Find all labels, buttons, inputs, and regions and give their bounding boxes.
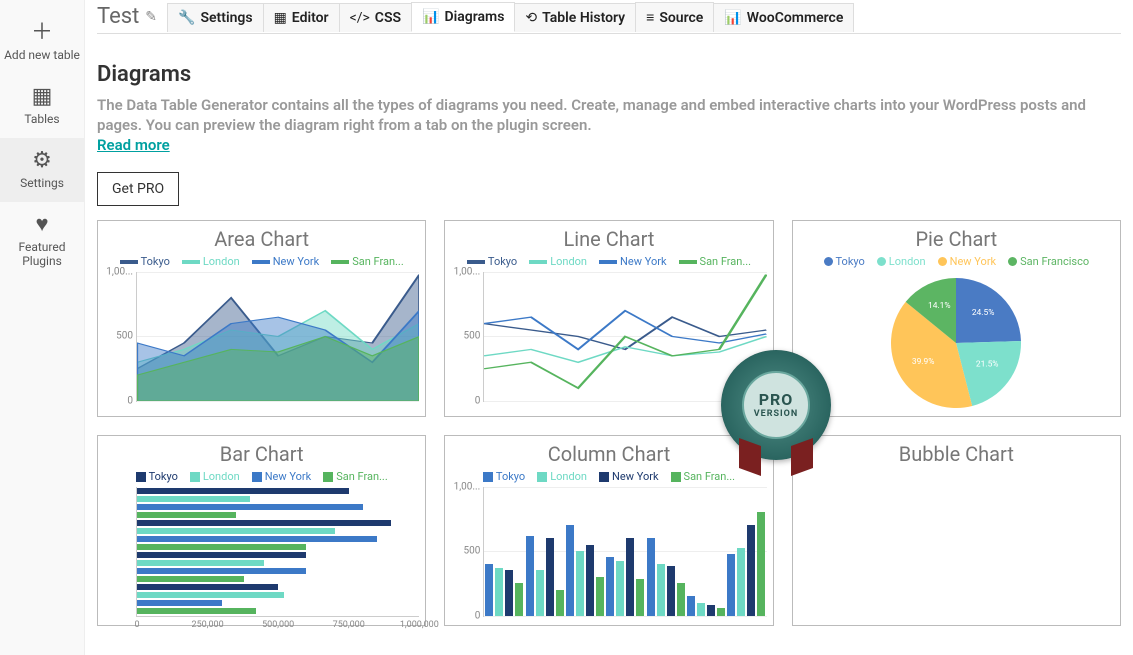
- tab-css[interactable]: </>CSS: [339, 3, 412, 32]
- tab-diagrams[interactable]: 📊Diagrams: [411, 2, 515, 32]
- pro-badge[interactable]: PRO VERSION: [721, 350, 831, 460]
- gear-icon: ⚙: [4, 150, 80, 172]
- sidebar-item-label: Featured Plugins: [18, 240, 65, 268]
- sidebar-item-label: Add new table: [4, 48, 80, 62]
- sidebar-item-label: Settings: [20, 176, 64, 190]
- sidebar-item-tables[interactable]: ▦ Tables: [0, 74, 84, 138]
- read-more-link[interactable]: Read more: [97, 136, 170, 154]
- section-title: Diagrams: [97, 62, 1121, 87]
- grid-icon: ▦: [274, 10, 287, 26]
- chart-card-bar[interactable]: Bar ChartTokyoLondonNew YorkSan Fran...0…: [97, 435, 426, 626]
- tab-settings[interactable]: 🔧Settings: [167, 3, 264, 32]
- wrench-icon: 🔧: [178, 10, 195, 26]
- tab-source[interactable]: ≡Source: [635, 2, 714, 32]
- chart-card-area[interactable]: Area ChartTokyoLondonNew YorkSan Fran...…: [97, 220, 426, 417]
- section-description: The Data Table Generator contains all th…: [97, 95, 1121, 136]
- sidebar-item-label: Tables: [24, 112, 59, 126]
- plus-icon: ＋: [4, 22, 80, 44]
- tab-bar: Test ✎ 🔧Settings ▦Editor </>CSS 📊Diagram…: [97, 0, 1121, 34]
- chart-card-bubble[interactable]: Bubble Chart: [792, 435, 1121, 626]
- page-title: Test ✎: [97, 0, 167, 33]
- stack-icon: ≡: [646, 9, 654, 26]
- sidebar-item-settings[interactable]: ⚙ Settings: [0, 138, 84, 202]
- get-pro-button[interactable]: Get PRO: [97, 172, 179, 206]
- bars-icon: 📊: [724, 10, 741, 26]
- svg-text:24.5%: 24.5%: [972, 307, 995, 317]
- chart-card-column[interactable]: Column ChartTokyoLondonNew YorkSan Fran.…: [444, 435, 773, 626]
- tab-table-history[interactable]: ⟲Table History: [514, 3, 636, 32]
- main-content: Test ✎ 🔧Settings ▦Editor </>CSS 📊Diagram…: [85, 0, 1133, 655]
- bars-icon: 📊: [422, 9, 439, 25]
- chart-grid: Area ChartTokyoLondonNew YorkSan Fran...…: [97, 220, 1121, 626]
- tab-editor[interactable]: ▦Editor: [263, 3, 340, 32]
- svg-text:39.9%: 39.9%: [912, 357, 935, 367]
- grid-icon: ▦: [4, 86, 80, 108]
- svg-text:21.5%: 21.5%: [976, 359, 999, 369]
- svg-text:14.1%: 14.1%: [928, 300, 951, 310]
- sidebar-item-add-new-table[interactable]: ＋ Add new table: [0, 10, 84, 74]
- sidebar-item-featured-plugins[interactable]: ♥ Featured Plugins: [0, 202, 84, 280]
- tab-woocommerce[interactable]: 📊WooCommerce: [713, 3, 854, 32]
- code-icon: </>: [350, 10, 370, 26]
- chart-card-pie[interactable]: Pie ChartTokyoLondonNew YorkSan Francisc…: [792, 220, 1121, 417]
- sidebar: ＋ Add new table ▦ Tables ⚙ Settings ♥ Fe…: [0, 0, 85, 655]
- heart-icon: ♥: [4, 214, 80, 236]
- history-icon: ⟲: [525, 10, 537, 26]
- pencil-icon[interactable]: ✎: [145, 9, 157, 25]
